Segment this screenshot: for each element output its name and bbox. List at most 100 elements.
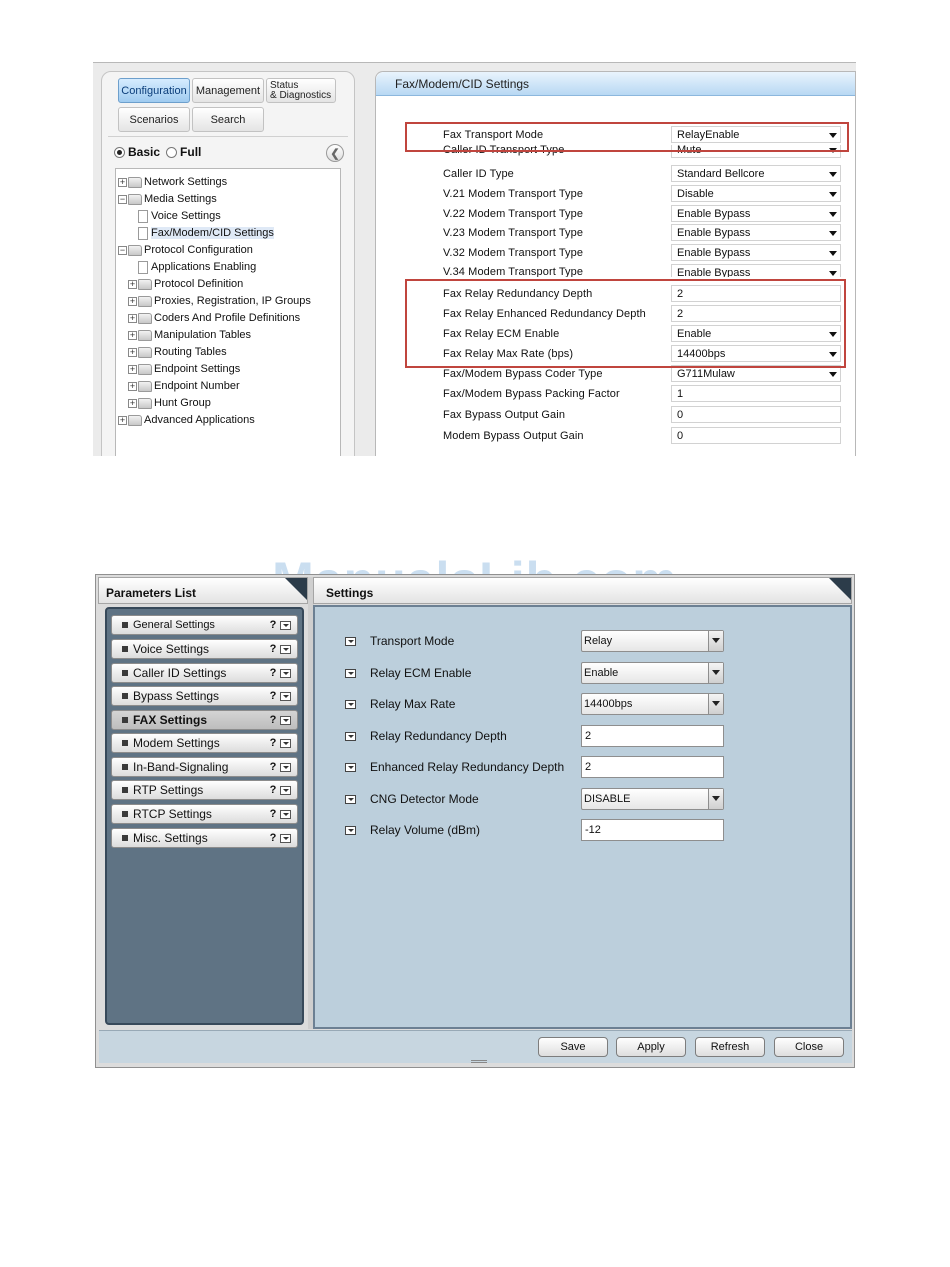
list-item-modem-settings[interactable]: Modem Settings?	[111, 733, 298, 753]
dropdown-toggle-icon[interactable]	[280, 762, 291, 772]
expand-icon[interactable]: +	[118, 177, 127, 187]
expand-icon[interactable]: +	[128, 330, 137, 340]
expand-row-icon[interactable]	[345, 762, 356, 772]
dropdown-toggle-icon[interactable]	[280, 833, 291, 843]
collapse-icon[interactable]: −	[118, 245, 127, 255]
fax-relay-ecm-enable-select[interactable]: Enable	[671, 325, 841, 342]
expand-row-icon[interactable]	[345, 825, 356, 835]
help-icon[interactable]: ?	[266, 832, 280, 844]
dropdown-toggle-icon[interactable]	[280, 691, 291, 701]
expand-icon[interactable]: +	[128, 381, 137, 391]
tree-node-hunt-group[interactable]: + Hunt Group	[128, 395, 211, 411]
refresh-button[interactable]: Refresh	[695, 1037, 765, 1057]
relay-max-rate-select[interactable]: 14400bps	[581, 693, 724, 715]
list-item-voice-settings[interactable]: Voice Settings?	[111, 639, 298, 659]
corner-toggle-icon[interactable]	[285, 578, 307, 600]
dropdown-toggle-icon[interactable]	[280, 644, 291, 654]
help-icon[interactable]: ?	[266, 761, 280, 773]
tree-node-coders-profile[interactable]: + Coders And Profile Definitions	[128, 310, 300, 326]
expand-icon[interactable]: +	[128, 398, 137, 408]
v34-modem-transport-select[interactable]: Enable Bypass	[671, 264, 841, 277]
relay-volume-input[interactable]: -12	[581, 819, 724, 841]
fax-bypass-output-gain-input[interactable]: 0	[671, 406, 841, 423]
help-icon[interactable]: ?	[266, 690, 280, 702]
fax-relay-enhanced-redundancy-input[interactable]: 2	[671, 305, 841, 322]
tree-node-endpoint-settings[interactable]: + Endpoint Settings	[128, 361, 240, 377]
v23-modem-transport-select[interactable]: Enable Bypass	[671, 224, 841, 241]
list-item-rtp-settings[interactable]: RTP Settings?	[111, 780, 298, 800]
close-button[interactable]: Close	[774, 1037, 844, 1057]
modem-bypass-output-gain-input[interactable]: 0	[671, 427, 841, 444]
tree-node-manipulation-tables[interactable]: + Manipulation Tables	[128, 327, 251, 343]
expand-icon[interactable]: +	[128, 279, 137, 289]
list-item-general-settings[interactable]: General Settings?	[111, 615, 298, 635]
tree-node-proxies-registration[interactable]: + Proxies, Registration, IP Groups	[128, 293, 311, 309]
help-icon[interactable]: ?	[266, 737, 280, 749]
full-radio[interactable]: Full	[166, 145, 201, 159]
cng-detector-mode-select[interactable]: DISABLE	[581, 788, 724, 810]
configuration-tab[interactable]: Configuration	[118, 78, 190, 103]
tree-node-protocol-definition[interactable]: + Protocol Definition	[128, 276, 243, 292]
expand-icon[interactable]: +	[128, 364, 137, 374]
help-icon[interactable]: ?	[266, 619, 280, 631]
bypass-coder-type-select[interactable]: G711Mulaw	[671, 365, 841, 382]
dropdown-toggle-icon[interactable]	[280, 715, 291, 725]
fax-transport-mode-select[interactable]: RelayEnable	[671, 126, 841, 143]
tree-node-network-settings[interactable]: + Network Settings	[118, 174, 227, 190]
v22-modem-transport-select[interactable]: Enable Bypass	[671, 205, 841, 222]
list-item-fax-settings[interactable]: FAX Settings?	[111, 710, 298, 730]
list-item-in-band-signaling[interactable]: In-Band-Signaling?	[111, 757, 298, 777]
list-item-rtcp-settings[interactable]: RTCP Settings?	[111, 804, 298, 824]
dropdown-toggle-icon[interactable]	[280, 785, 291, 795]
relay-redundancy-depth-input[interactable]: 2	[581, 725, 724, 747]
v32-modem-transport-select[interactable]: Enable Bypass	[671, 244, 841, 261]
expand-row-icon[interactable]	[345, 636, 356, 646]
management-tab[interactable]: Management	[192, 78, 264, 103]
expand-row-icon[interactable]	[345, 699, 356, 709]
help-icon[interactable]: ?	[266, 667, 280, 679]
tree-node-voice-settings[interactable]: Voice Settings	[138, 208, 221, 224]
tree-node-fax-modem-cid-settings[interactable]: Fax/Modem/CID Settings	[138, 225, 274, 241]
caller-id-type-select[interactable]: Standard Bellcore	[671, 165, 841, 182]
save-button[interactable]: Save	[538, 1037, 608, 1057]
expand-icon[interactable]: +	[128, 313, 137, 323]
apply-button[interactable]: Apply	[616, 1037, 686, 1057]
list-item-misc-settings[interactable]: Misc. Settings?	[111, 828, 298, 848]
list-item-bypass-settings[interactable]: Bypass Settings?	[111, 686, 298, 706]
tree-node-advanced-applications[interactable]: + Advanced Applications	[118, 412, 255, 428]
dropdown-toggle-icon[interactable]	[280, 668, 291, 678]
expand-row-icon[interactable]	[345, 668, 356, 678]
help-icon[interactable]: ?	[266, 714, 280, 726]
dropdown-toggle-icon[interactable]	[280, 809, 291, 819]
dropdown-toggle-icon[interactable]	[280, 738, 291, 748]
relay-ecm-enable-select[interactable]: Enable	[581, 662, 724, 684]
list-item-caller-id-settings[interactable]: Caller ID Settings?	[111, 663, 298, 683]
enhanced-relay-redundancy-input[interactable]: 2	[581, 756, 724, 778]
collapse-icon[interactable]: −	[118, 194, 127, 204]
caller-id-transport-type-select[interactable]: Mute	[671, 145, 841, 158]
expand-icon[interactable]: +	[128, 347, 137, 357]
tree-node-media-settings[interactable]: − Media Settings	[118, 191, 217, 207]
help-icon[interactable]: ?	[266, 784, 280, 796]
v21-modem-transport-select[interactable]: Disable	[671, 185, 841, 202]
collapse-pane-icon[interactable]: ❮	[326, 144, 344, 162]
expand-icon[interactable]: +	[118, 415, 127, 425]
help-icon[interactable]: ?	[266, 808, 280, 820]
tree-node-endpoint-number[interactable]: + Endpoint Number	[128, 378, 240, 394]
fax-relay-redundancy-depth-input[interactable]: 2	[671, 285, 841, 302]
transport-mode-select[interactable]: Relay	[581, 630, 724, 652]
corner-toggle-icon[interactable]	[829, 578, 851, 600]
status-diagnostics-tab[interactable]: Status & Diagnostics	[266, 78, 336, 103]
fax-relay-max-rate-select[interactable]: 14400bps	[671, 345, 841, 362]
expand-row-icon[interactable]	[345, 794, 356, 804]
scenarios-button[interactable]: Scenarios	[118, 107, 190, 132]
bypass-packing-factor-input[interactable]: 1	[671, 385, 841, 402]
expand-icon[interactable]: +	[128, 296, 137, 306]
dropdown-toggle-icon[interactable]	[280, 620, 291, 630]
tree-node-protocol-configuration[interactable]: − Protocol Configuration	[118, 242, 253, 258]
expand-row-icon[interactable]	[345, 731, 356, 741]
help-icon[interactable]: ?	[266, 643, 280, 655]
tree-node-applications-enabling[interactable]: Applications Enabling	[138, 259, 256, 275]
tree-node-routing-tables[interactable]: + Routing Tables	[128, 344, 227, 360]
search-button[interactable]: Search	[192, 107, 264, 132]
